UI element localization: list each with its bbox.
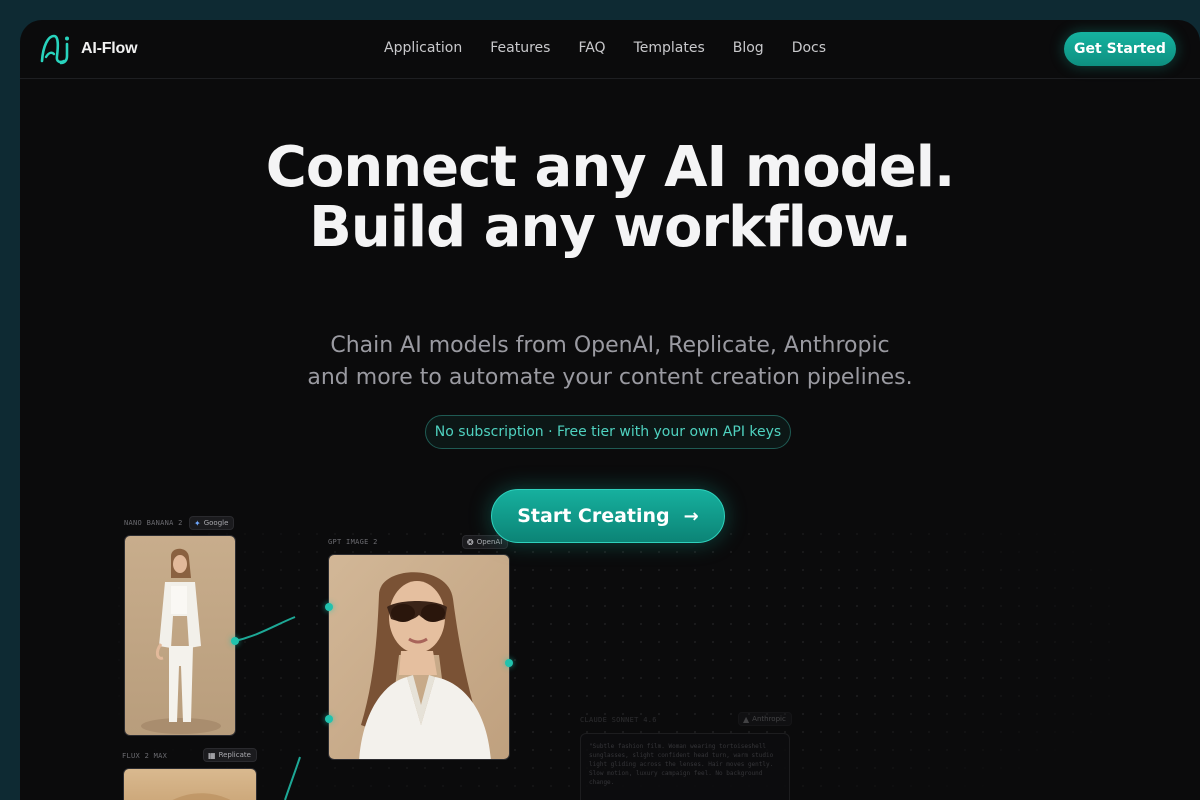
- node-tag-replicate: ▦ Replicate: [203, 748, 257, 762]
- node-tag-google: ✦ Google: [189, 516, 235, 530]
- node-image-flux[interactable]: [123, 768, 257, 800]
- node-label-gpt-image: GPT IMAGE 2: [328, 538, 378, 546]
- node-tag-replicate-label: Replicate: [218, 751, 251, 759]
- app-window: AI-Flow Application Features FAQ Templat…: [20, 20, 1200, 800]
- replicate-icon: ▦: [208, 750, 216, 760]
- start-creating-label: Start Creating: [517, 505, 670, 527]
- node-image-nano-banana[interactable]: [124, 535, 236, 736]
- start-creating-button[interactable]: Start Creating →: [491, 489, 725, 543]
- flux-image: [172, 793, 231, 800]
- node-tag-google-label: Google: [203, 519, 229, 527]
- node-text-claude[interactable]: "Subtle fashion film. Woman wearing tort…: [580, 733, 790, 800]
- node-tag-openai-label: OpenAI: [476, 538, 503, 546]
- node-tag-anthropic: ▲ Anthropic: [738, 712, 792, 726]
- node-input-port-2[interactable]: [325, 715, 333, 723]
- node-image-gpt-image[interactable]: [328, 554, 510, 760]
- woman-standing-image: [125, 536, 235, 735]
- arrow-right-icon: →: [683, 505, 699, 527]
- node-input-port-1[interactable]: [325, 603, 333, 611]
- openai-icon: ❂: [467, 537, 474, 547]
- node-label-claude: CLAUDE SONNET 4.6: [580, 716, 657, 724]
- node-label-nano-banana: NANO BANANA 2: [124, 519, 183, 527]
- google-icon: ✦: [194, 518, 201, 528]
- woman-sunglasses-image: [329, 555, 509, 759]
- node-output-port[interactable]: [231, 637, 239, 645]
- node-label-flux: FLUX 2 MAX: [122, 752, 168, 760]
- anthropic-icon: ▲: [743, 714, 750, 724]
- node-output-port-gpt[interactable]: [505, 659, 513, 667]
- node-tag-anthropic-label: Anthropic: [752, 715, 786, 723]
